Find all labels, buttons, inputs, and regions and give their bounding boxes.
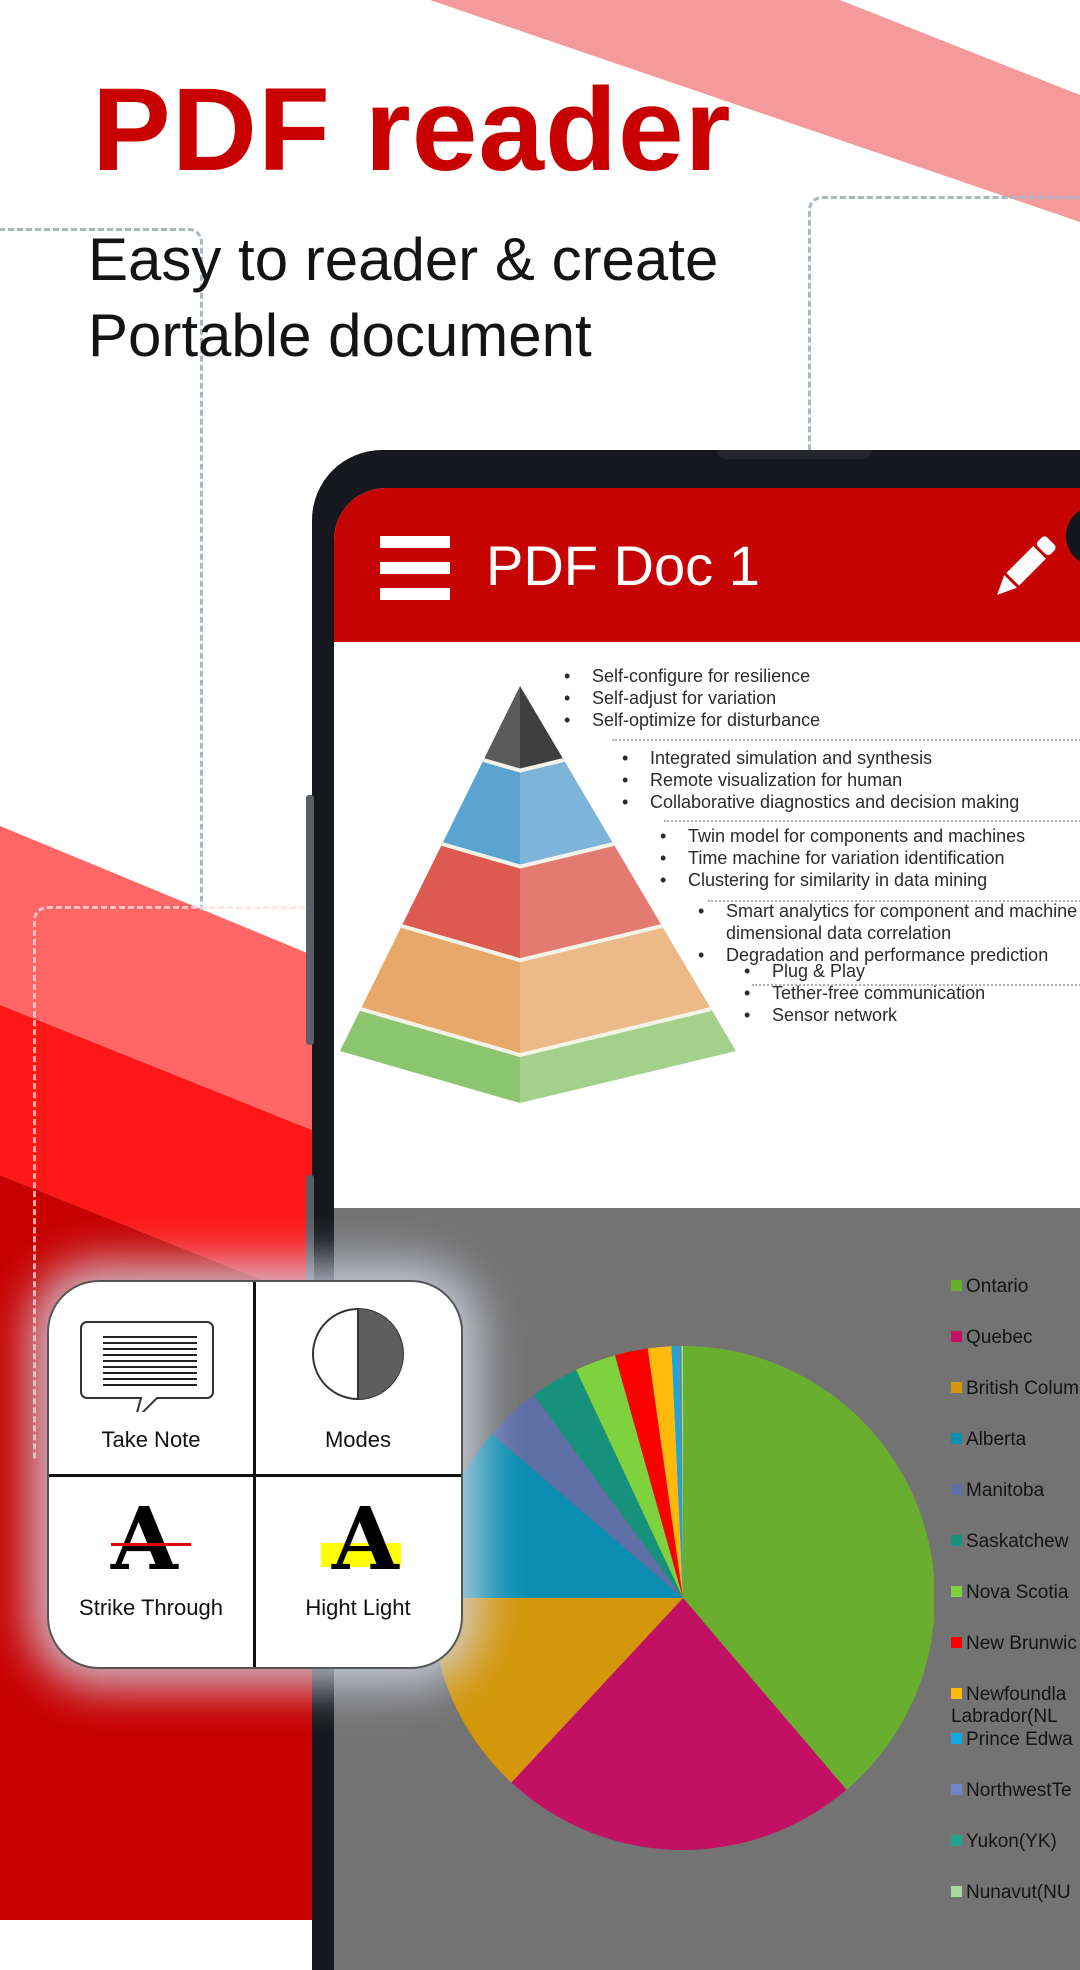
legend-item: Newfoundla Labrador(NL (951, 1684, 1066, 1728)
legend-item: Nunavut(NU (951, 1882, 1071, 1904)
bullet-item: Twin model for components and machines (660, 825, 1025, 847)
legend-label: Prince Edwa (966, 1729, 1073, 1750)
bullet-item: Integrated simulation and synthesis (622, 747, 1019, 769)
legend-label: Yukon(YK) (966, 1831, 1057, 1852)
highlight-a-icon: A (332, 1489, 399, 1590)
front-camera (1066, 506, 1080, 566)
bullet-item: dimensional data correlation (726, 923, 952, 943)
legend-item: NorthwestTe (951, 1780, 1072, 1802)
bullet-item: Self-optimize for disturbance (564, 709, 820, 731)
legend-item: Nova Scotia (951, 1582, 1068, 1604)
pyramid-level-4-bullets: Smart analytics for component and machin… (698, 900, 1080, 966)
take-note-label: Take Note (101, 1427, 201, 1452)
strikethrough-a-icon: A (111, 1489, 178, 1590)
pyramid-level-1-right-face (520, 686, 564, 771)
bullet-item: Plug & Play (744, 960, 985, 982)
take-note-button[interactable]: Take Note (49, 1282, 253, 1474)
legend-item: Prince Edwa (951, 1729, 1073, 1751)
legend-label: Alberta (966, 1429, 1027, 1450)
highlight-button[interactable]: A Hight Light (256, 1477, 460, 1667)
legend-label: Newfoundla Labrador(NL (951, 1684, 1067, 1727)
panel-divider-horizontal (49, 1474, 461, 1477)
half-circle-contrast-icon (312, 1308, 404, 1400)
pyramid-level-5-bullets: Plug & PlayTether-free communicationSens… (744, 960, 985, 1026)
promo-subtitle: Easy to reader & create Portable documen… (88, 226, 719, 369)
dashed-frame-right (808, 196, 1080, 459)
volume-button (306, 795, 314, 1045)
legend-item: Saskatchew (951, 1531, 1068, 1553)
legend-label: Ontario (966, 1276, 1029, 1297)
legend-item: New Brunwic (951, 1633, 1077, 1655)
annotation-tools-panel: Take Note Modes A Strike Through A Hight… (47, 1280, 463, 1669)
legend-swatch (951, 1280, 962, 1291)
legend-item: Ontario (951, 1276, 1028, 1298)
bullet-item: Self-adjust for variation (564, 687, 820, 709)
phone-screen: PDF Doc 1 Self-configure for resilienceS… (334, 488, 1080, 1970)
level-separator (612, 739, 1080, 741)
legend-label: Quebec (966, 1327, 1033, 1348)
bullet-item: Self-configure for resilience (564, 665, 820, 687)
promo-title: PDF reader (92, 64, 732, 196)
legend-swatch (951, 1835, 962, 1846)
legend-swatch (951, 1784, 962, 1795)
legend-item: British Colum (951, 1378, 1079, 1400)
legend-label: NorthwestTe (966, 1780, 1072, 1801)
edit-button[interactable] (984, 528, 1064, 608)
legend-label: Nova Scotia (966, 1582, 1069, 1603)
legend-item: Manitoba (951, 1480, 1044, 1502)
document-title: PDF Doc 1 (486, 534, 760, 597)
bullet-item: Time machine for variation identificatio… (660, 847, 1025, 869)
level-separator (664, 820, 1080, 822)
bullet-item: Clustering for similarity in data mining (660, 869, 1025, 891)
bullet-item: Sensor network (744, 1004, 985, 1026)
modes-label: Modes (324, 1427, 392, 1452)
legend-item: Quebec (951, 1327, 1033, 1349)
legend-swatch (951, 1331, 962, 1342)
legend-label: Nunavut(NU (966, 1882, 1071, 1903)
level-separator (752, 984, 1080, 986)
bullet-item: Smart analytics for component and machin… (698, 900, 1080, 922)
highlight-label: Hight Light (305, 1595, 411, 1620)
menu-button[interactable] (380, 536, 450, 600)
app-bar: PDF Doc 1 (334, 488, 1080, 642)
legend-swatch (951, 1688, 962, 1699)
legend-swatch (951, 1586, 962, 1597)
legend-label: British Colum (966, 1378, 1079, 1399)
legend-swatch (951, 1886, 962, 1897)
legend-swatch (951, 1433, 962, 1444)
bullet-item: Collaborative diagnostics and decision m… (622, 791, 1019, 813)
legend-label: New Brunwic (966, 1633, 1077, 1654)
legend-swatch (951, 1637, 962, 1648)
level-separator (708, 900, 1080, 902)
phone-mockup: PDF Doc 1 Self-configure for resilienceS… (306, 450, 1080, 1970)
legend-label: Saskatchew (966, 1531, 1069, 1552)
strike-through-button[interactable]: A Strike Through (49, 1477, 253, 1667)
legend-item: Yukon(YK) (951, 1831, 1057, 1853)
legend-swatch (951, 1535, 962, 1546)
bullet-item: Remote visualization for human (622, 769, 1019, 791)
phone-speaker (717, 450, 872, 459)
legend-swatch (951, 1484, 962, 1495)
legend-label: Manitoba (966, 1480, 1045, 1501)
note-bubble-icon (80, 1321, 214, 1412)
pyramid-level-2-bullets: Integrated simulation and synthesisRemot… (622, 747, 1019, 813)
pyramid-level-1-bullets: Self-configure for resilienceSelf-adjust… (564, 665, 820, 731)
legend-swatch (951, 1733, 962, 1744)
strike-through-label: Strike Through (79, 1595, 223, 1620)
document-page-pyramid: Self-configure for resilienceSelf-adjust… (334, 642, 1080, 1208)
pencil-icon (997, 536, 1056, 595)
pyramid-level-3-bullets: Twin model for components and machinesTi… (660, 825, 1025, 891)
legend-swatch (951, 1382, 962, 1393)
pyramid-level-1-left-face (483, 686, 520, 771)
legend-item: Alberta (951, 1429, 1026, 1451)
strike-line (111, 1543, 191, 1546)
modes-button[interactable]: Modes (256, 1282, 460, 1474)
